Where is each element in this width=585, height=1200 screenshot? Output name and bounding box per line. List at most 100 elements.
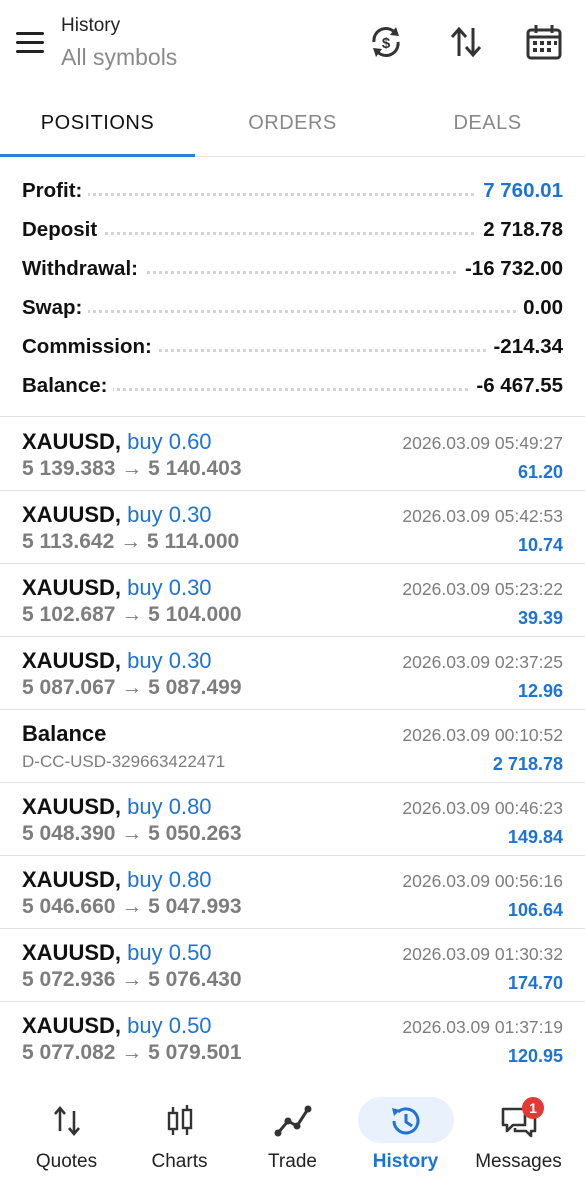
nav-charts[interactable]: Charts	[121, 1093, 238, 1193]
trade-side: buy 0.30	[127, 575, 212, 600]
row-symbol: XAUUSD, buy 0.50	[22, 1013, 212, 1039]
trade-side: buy 0.50	[127, 940, 212, 965]
tab-orders[interactable]: ORDERS	[195, 95, 390, 157]
row-time: 2026.03.09 05:23:22	[402, 579, 563, 599]
price-range: 5 077.082 → 5 079.501	[22, 1041, 242, 1064]
nav-label: History	[372, 1151, 439, 1172]
position-row[interactable]: XAUUSD, buy 0.30 5 087.067 → 5 087.499 2…	[0, 636, 585, 710]
nav-label: Trade	[268, 1151, 317, 1172]
row-profit: 120.95	[507, 1046, 563, 1066]
symbol-text: XAUUSD,	[22, 648, 122, 673]
summary-label: Deposit	[22, 218, 104, 242]
summary-commission: Commission: -214.34	[22, 327, 563, 365]
tab-deals[interactable]: DEALS	[390, 95, 585, 157]
symbol-text: Balance	[22, 721, 107, 746]
row-time: 2026.03.09 05:42:53	[402, 506, 563, 526]
summary-value: 7 760.01	[477, 179, 563, 203]
summary-value: 2 718.78	[477, 218, 563, 242]
symbol-text: XAUUSD,	[22, 502, 122, 527]
symbol-text: XAUUSD,	[22, 940, 122, 965]
svg-text:$: $	[382, 35, 391, 52]
price-range: 5 087.067 → 5 087.499	[22, 676, 242, 699]
row-symbol: Balance	[22, 721, 106, 747]
nav-label: Quotes	[35, 1151, 98, 1172]
hamburger-menu-icon[interactable]	[16, 32, 44, 54]
row-time: 2026.03.09 01:30:32	[402, 944, 563, 964]
symbol-text: XAUUSD,	[22, 429, 122, 454]
position-row[interactable]: XAUUSD, buy 0.50 5 072.936 → 5 076.430 2…	[0, 928, 585, 1002]
row-profit: 61.20	[517, 462, 563, 482]
trade-side: buy 0.50	[127, 1013, 212, 1038]
row-time: 2026.03.09 00:46:23	[402, 798, 563, 818]
unread-badge: 1	[522, 1097, 544, 1119]
trade-side: buy 0.80	[127, 794, 212, 819]
history-clock-icon	[386, 1101, 426, 1141]
summary-withdrawal: Withdrawal: -16 732.00	[22, 249, 563, 287]
summary-label: Withdrawal:	[22, 257, 144, 281]
nav-history[interactable]: History	[347, 1093, 464, 1193]
bottom-navigation: Quotes Charts Trade History 1 Messages	[0, 1085, 585, 1200]
nav-trade[interactable]: Trade	[234, 1093, 351, 1193]
calendar-icon[interactable]	[524, 22, 564, 62]
row-time: 2026.03.09 05:49:27	[402, 433, 563, 453]
summary-profit: Profit: 7 760.01	[22, 171, 563, 209]
tab-positions[interactable]: POSITIONS	[0, 95, 195, 157]
summary-balance: Balance: -6 467.55	[22, 366, 563, 404]
balance-reference: D-CC-USD-329663422471	[22, 752, 226, 771]
row-symbol: XAUUSD, buy 0.50	[22, 940, 212, 966]
price-range: 5 113.642 → 5 114.000	[22, 530, 240, 553]
nav-label: Messages	[475, 1151, 562, 1172]
row-profit: 106.64	[507, 900, 563, 920]
row-symbol: XAUUSD, buy 0.80	[22, 794, 212, 820]
row-symbol: XAUUSD, buy 0.30	[22, 575, 212, 601]
nav-label: Charts	[151, 1151, 208, 1172]
position-row[interactable]: XAUUSD, buy 0.50 5 077.082 → 5 079.501 2…	[0, 1001, 585, 1074]
nav-quotes[interactable]: Quotes	[8, 1093, 125, 1193]
active-tab-indicator	[0, 154, 195, 157]
history-tabs: POSITIONS ORDERS DEALS	[0, 95, 585, 157]
row-symbol: XAUUSD, buy 0.60	[22, 429, 212, 455]
row-profit: 174.70	[507, 973, 563, 993]
balance-row[interactable]: Balance D-CC-USD-329663422471 2026.03.09…	[0, 709, 585, 783]
currency-sync-icon[interactable]: $	[366, 22, 406, 62]
row-time: 2026.03.09 00:10:52	[402, 725, 563, 745]
trade-line-icon	[273, 1101, 313, 1141]
position-row[interactable]: XAUUSD, buy 0.80 5 048.390 → 5 050.263 2…	[0, 782, 585, 856]
trade-side: buy 0.30	[127, 648, 212, 673]
price-range: 5 048.390 → 5 050.263	[22, 822, 242, 845]
summary-value: -16 732.00	[458, 257, 563, 281]
trade-side: buy 0.60	[127, 429, 212, 454]
summary-value: -6 467.55	[470, 374, 563, 398]
price-range: 5 046.660 → 5 047.993	[22, 895, 242, 918]
trade-side: buy 0.30	[127, 502, 212, 527]
summary-label: Swap:	[22, 296, 89, 320]
sort-arrows-icon[interactable]	[446, 22, 486, 62]
symbol-text: XAUUSD,	[22, 867, 122, 892]
summary-label: Commission:	[22, 335, 158, 359]
row-time: 2026.03.09 02:37:25	[402, 652, 563, 672]
candlestick-icon	[160, 1101, 200, 1141]
price-range: 5 102.687 → 5 104.000	[22, 603, 242, 626]
symbol-filter[interactable]: All symbols	[61, 44, 177, 71]
row-symbol: XAUUSD, buy 0.30	[22, 648, 212, 674]
position-row[interactable]: XAUUSD, buy 0.30 5 113.642 → 5 114.000 2…	[0, 490, 585, 564]
price-range: 5 072.936 → 5 076.430	[22, 968, 242, 991]
row-profit: 2 718.78	[492, 754, 563, 774]
summary-value: 0.00	[517, 296, 563, 320]
position-row[interactable]: XAUUSD, buy 0.80 5 046.660 → 5 047.993 2…	[0, 855, 585, 929]
summary-label: Balance:	[22, 374, 114, 398]
position-row[interactable]: XAUUSD, buy 0.60 5 139.383 → 5 140.403 2…	[0, 417, 585, 491]
row-time: 2026.03.09 01:37:19	[402, 1017, 563, 1037]
row-profit: 39.39	[517, 608, 563, 628]
row-symbol: XAUUSD, buy 0.30	[22, 502, 212, 528]
row-profit: 10.74	[517, 535, 563, 555]
trade-side: buy 0.80	[127, 867, 212, 892]
dotted-leader	[22, 310, 563, 313]
summary-deposit: Deposit 2 718.78	[22, 210, 563, 248]
symbol-text: XAUUSD,	[22, 575, 122, 600]
row-symbol: XAUUSD, buy 0.80	[22, 867, 212, 893]
nav-messages[interactable]: 1 Messages	[460, 1093, 577, 1193]
page-title: History	[61, 15, 121, 36]
summary-swap: Swap: 0.00	[22, 288, 563, 326]
position-row[interactable]: XAUUSD, buy 0.30 5 102.687 → 5 104.000 2…	[0, 563, 585, 637]
